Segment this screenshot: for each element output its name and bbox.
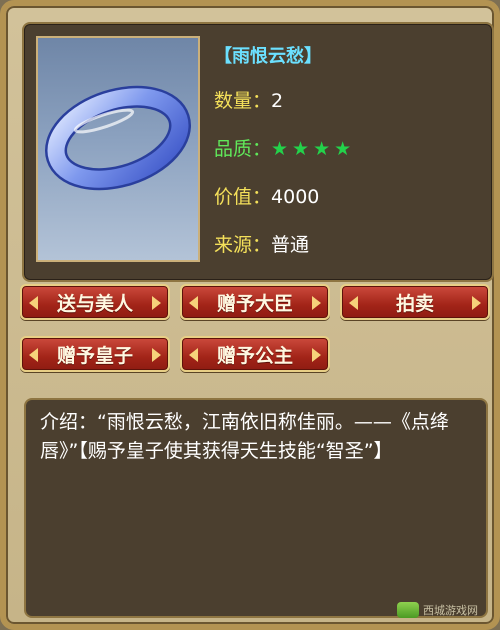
- gift-princess-button[interactable]: 赠予公主: [180, 336, 330, 372]
- arrow-left-icon: [189, 296, 198, 310]
- value-row: 价值：4000: [214, 182, 319, 209]
- arrow-right-icon: [152, 348, 161, 362]
- item-detail-window: 【雨恨云愁】 数量：2 品质：★★★★ 价值：4000 来源：普通 送与美人 赠…: [0, 0, 500, 630]
- quantity-value: 2: [271, 90, 284, 112]
- arrow-left-icon: [189, 348, 198, 362]
- gift-prince-button[interactable]: 赠予皇子: [20, 336, 170, 372]
- arrow-left-icon: [349, 296, 358, 310]
- quality-stars-icon: ★★★★: [271, 138, 356, 160]
- site-watermark: 西城游戏网: [397, 602, 478, 618]
- watermark-logo-icon: [397, 602, 419, 618]
- value-value: 4000: [271, 186, 320, 208]
- value-label: 价值：: [214, 186, 272, 208]
- item-image-bracelet: [36, 36, 200, 262]
- gift-beauty-button[interactable]: 送与美人: [20, 284, 170, 320]
- source-label: 来源：: [214, 234, 272, 256]
- arrow-left-icon: [29, 296, 38, 310]
- item-description-text: 介绍：“雨恨云愁，江南依旧称佳丽。——《点绛唇》”【赐予皇子使其获得天生技能“智…: [40, 411, 449, 462]
- item-info-panel: 【雨恨云愁】 数量：2 品质：★★★★ 价值：4000 来源：普通: [22, 22, 494, 282]
- quality-label: 品质：: [214, 138, 272, 160]
- auction-button[interactable]: 拍卖: [340, 284, 490, 320]
- bracelet-icon: [45, 85, 191, 191]
- source-row: 来源：普通: [214, 230, 309, 257]
- source-value: 普通: [271, 234, 310, 256]
- arrow-right-icon: [312, 296, 321, 310]
- quantity-row: 数量：2: [214, 86, 283, 113]
- arrow-right-icon: [472, 296, 481, 310]
- arrow-right-icon: [312, 348, 321, 362]
- quantity-label: 数量：: [214, 90, 272, 112]
- arrow-left-icon: [29, 348, 38, 362]
- watermark-text: 西城游戏网: [423, 604, 478, 617]
- item-title: 【雨恨云愁】: [214, 46, 322, 67]
- quality-row: 品质：★★★★: [214, 134, 355, 161]
- arrow-right-icon: [152, 296, 161, 310]
- item-description-panel: 介绍：“雨恨云愁，江南依旧称佳丽。——《点绛唇》”【赐予皇子使其获得天生技能“智…: [24, 398, 488, 618]
- gift-minister-button[interactable]: 赠予大臣: [180, 284, 330, 320]
